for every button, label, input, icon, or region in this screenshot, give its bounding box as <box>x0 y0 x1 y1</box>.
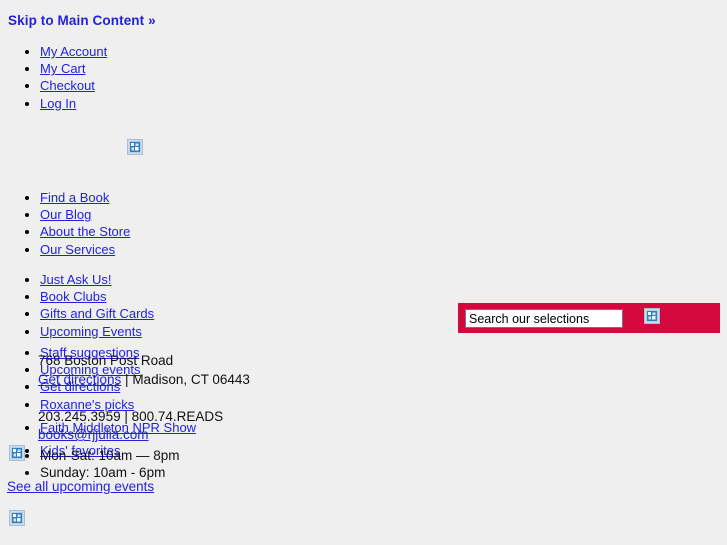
nav-link-gifts-and-gift-cards[interactable]: Gifts and Gift Cards <box>40 306 154 321</box>
address-separator: | <box>121 371 133 387</box>
get-directions-link[interactable]: Get directions <box>38 372 121 387</box>
list-item: Checkout <box>40 77 107 94</box>
hours-sunday: Sunday: 10am - 6pm <box>40 465 166 481</box>
address-city-state-zip: Madison, CT 06443 <box>132 371 250 387</box>
list-item: Just Ask Us! <box>40 271 154 288</box>
nav-link-just-ask-us[interactable]: Just Ask Us! <box>40 272 112 287</box>
search-bar <box>458 303 720 333</box>
list-item: My Account <box>40 43 107 60</box>
list-item: Find a Book <box>40 189 130 206</box>
email-line: books@rjjulia.com <box>38 426 250 445</box>
list-item: Mon-Sat: 10am — 8pm <box>40 447 180 464</box>
broken-image-icon <box>9 510 25 526</box>
nav-link-checkout[interactable]: Checkout <box>40 78 95 93</box>
hours-weekday: Mon-Sat: 10am — 8pm <box>40 448 180 463</box>
skip-link-label: Skip to Main Content <box>8 13 145 28</box>
nav-link-our-blog[interactable]: Our Blog <box>40 207 91 222</box>
nav-link-my-account[interactable]: My Account <box>40 44 107 59</box>
skip-link-chevron: » <box>148 13 156 28</box>
nav-link-log-in[interactable]: Log In <box>40 96 76 111</box>
phone-local: 203.245.3959 <box>38 408 121 424</box>
nav-link-our-services[interactable]: Our Services <box>40 242 115 257</box>
list-item: Book Clubs <box>40 288 154 305</box>
broken-image-icon <box>644 308 660 325</box>
list-item: Upcoming Events <box>40 323 154 340</box>
nav-link-about-the-store[interactable]: About the Store <box>40 224 130 239</box>
list-item: Our Blog <box>40 206 130 223</box>
broken-image-icon <box>127 139 143 155</box>
search-submit-button[interactable] <box>644 308 660 325</box>
primary-nav: Find a Book Our Blog About the Store Our… <box>0 189 130 258</box>
list-item: Our Services <box>40 241 130 258</box>
phone-toll-free: 800.74.READS <box>131 408 224 424</box>
nav-link-book-clubs[interactable]: Book Clubs <box>40 289 106 304</box>
list-item: My Cart <box>40 60 107 77</box>
nav-link-find-a-book[interactable]: Find a Book <box>40 190 109 205</box>
list-item: Log In <box>40 95 107 112</box>
nav-link-upcoming-events[interactable]: Upcoming Events <box>40 324 142 339</box>
account-nav: My Account My Cart Checkout Log In <box>0 43 107 112</box>
store-address-block: 768 Boston Post Road Get directions | Ma… <box>38 352 250 445</box>
phone-separator: | <box>120 408 132 424</box>
address-city-line: Get directions | Madison, CT 06443 <box>38 371 250 390</box>
store-email-link[interactable]: books@rjjulia.com <box>38 427 149 442</box>
see-all-upcoming-events-link[interactable]: See all upcoming events <box>7 479 154 494</box>
skip-to-main-content-link[interactable]: Skip to Main Content » <box>8 13 156 28</box>
address-spacer <box>38 389 250 408</box>
search-input[interactable] <box>465 309 623 328</box>
list-item: About the Store <box>40 223 130 240</box>
list-item: Gifts and Gift Cards <box>40 305 154 322</box>
store-hours-list: Mon-Sat: 10am — 8pm Sunday: 10am - 6pm <box>0 447 180 481</box>
nav-link-my-cart[interactable]: My Cart <box>40 61 86 76</box>
address-street: 768 Boston Post Road <box>38 353 174 368</box>
secondary-nav: Just Ask Us! Book Clubs Gifts and Gift C… <box>0 271 154 340</box>
phone-line: 203.245.3959 | 800.74.READS <box>38 408 250 427</box>
